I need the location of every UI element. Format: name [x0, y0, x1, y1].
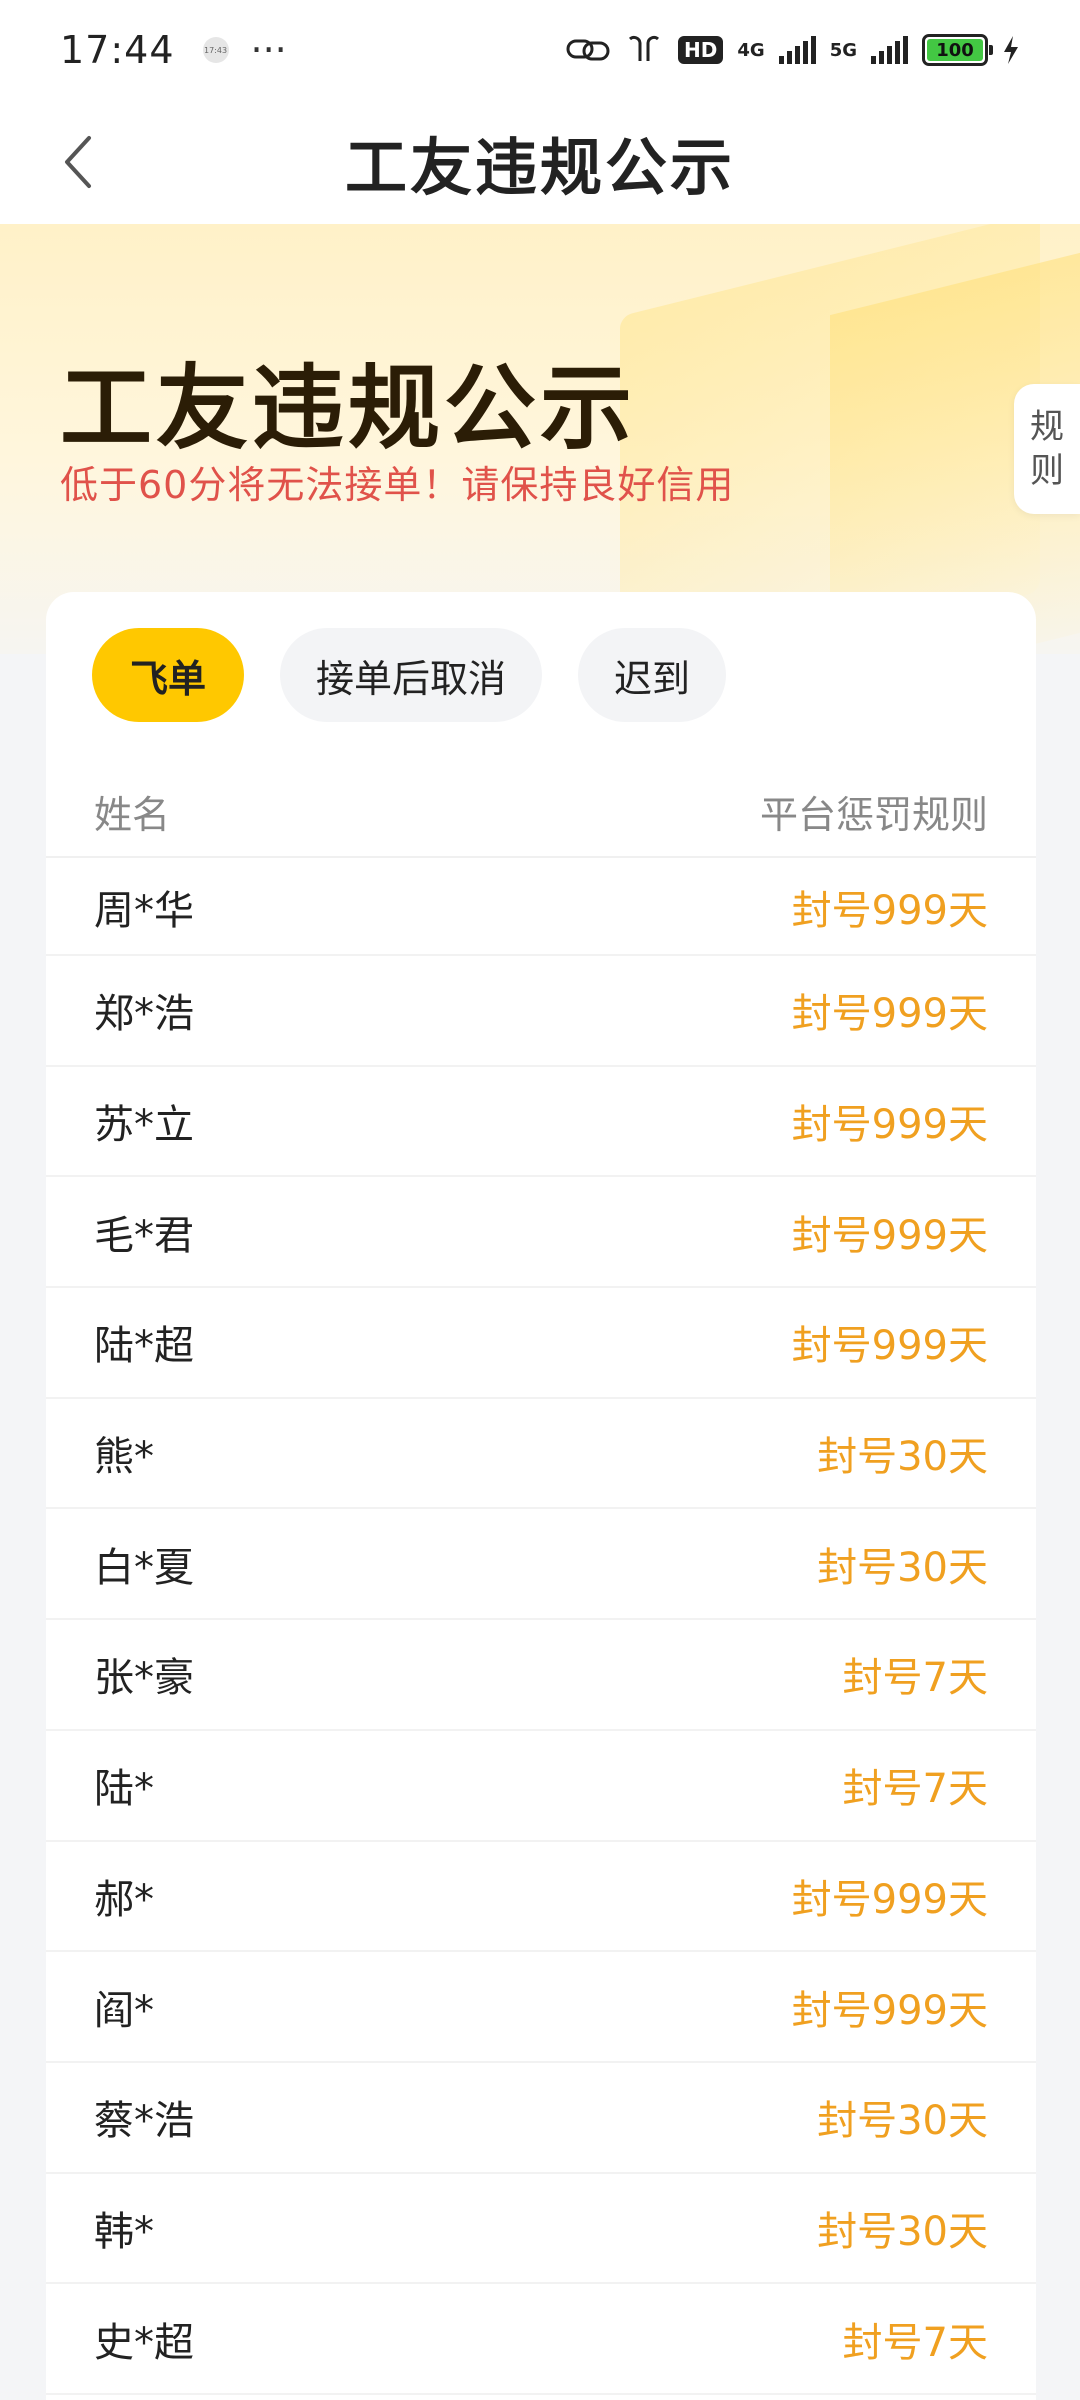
row-name: 苏*立	[94, 1102, 194, 1149]
rules-label-1: 规	[1030, 406, 1064, 447]
row-penalty: 封号999天	[791, 1212, 988, 1259]
row-name: 周*华	[94, 888, 194, 934]
row-penalty: 封号7天	[842, 1655, 988, 1702]
row-penalty: 封号30天	[817, 1434, 988, 1481]
more-notifications-icon: ···	[250, 28, 287, 72]
signal-icon	[778, 36, 816, 64]
row-penalty: 封号999天	[791, 1876, 988, 1923]
row-name: 熊*	[94, 1434, 154, 1481]
table-row: 史*超 封号7天	[46, 2284, 1036, 2395]
table-row: 毛*君 封号999天	[46, 1177, 1036, 1289]
table-row: 陆*超 封号999天	[46, 1288, 1036, 1399]
page-title: 工友违规公示	[344, 131, 735, 204]
table-row: 白*夏 封号30天	[46, 1509, 1036, 1621]
signal-icon-2	[871, 36, 908, 64]
row-name: 郑*浩	[94, 991, 194, 1038]
table-row: 郝* 封号999天	[46, 1842, 1036, 1953]
hero-banner: 工友违规公示 低于60分将无法接单！请保持良好信用	[0, 224, 1080, 654]
table-row: 熊* 封号30天	[46, 1399, 1036, 1510]
row-penalty: 封号999天	[791, 1323, 988, 1370]
earbuds-icon	[629, 35, 660, 61]
tab-late[interactable]: 迟到	[578, 628, 727, 722]
row-name: 阎*	[94, 1987, 154, 2034]
status-bar: 17:44 17:43 ··· HD 4G 5G 100	[0, 0, 1080, 100]
status-icons: HD 4G 5G 100	[566, 33, 1020, 67]
category-tabs: 飞单 接单后取消 迟到	[92, 628, 727, 722]
row-penalty: 封号30天	[817, 1544, 988, 1591]
table-row: 陆* 封号7天	[46, 1731, 1036, 1842]
table-row: 阎* 封号999天	[46, 1952, 1036, 2063]
violations-card: 飞单 接单后取消 迟到 姓名 平台惩罚规则 周*华 封号999天 郑*浩 封号999…	[46, 592, 1036, 2400]
row-penalty: 封号999天	[791, 991, 988, 1038]
status-time: 17:44	[60, 28, 175, 72]
row-name: 陆*超	[94, 1323, 194, 1370]
row-name: 郝*	[94, 1876, 154, 1923]
page: 17:44 17:43 ··· HD 4G 5G 100 工友违规公示 工友违规…	[0, 0, 1080, 2400]
row-name: 白*夏	[94, 1544, 194, 1591]
notification-icon: 17:43	[202, 37, 229, 63]
table-row: 张*豪 封号7天	[46, 1620, 1036, 1731]
table-row: 郑*浩 封号999天	[46, 956, 1036, 1067]
row-penalty: 封号999天	[791, 888, 988, 934]
row-penalty: 封号7天	[842, 1766, 988, 1813]
row-name: 张*豪	[94, 1655, 194, 1702]
row-penalty: 封号30天	[817, 2208, 988, 2255]
hero-subtitle: 低于60分将无法接单！请保持良好信用	[60, 463, 735, 507]
row-name: 毛*君	[94, 1212, 194, 1259]
hd-badge: HD	[678, 36, 724, 64]
table-row: 蔡*浩 封号30天	[46, 2063, 1036, 2174]
back-button[interactable]	[44, 128, 112, 196]
row-name: 蔡*浩	[94, 2098, 194, 2145]
tab-fly-order[interactable]: 飞单	[92, 628, 245, 722]
row-penalty: 封号7天	[842, 2319, 988, 2366]
battery-level: 100	[927, 39, 983, 61]
violations-list: 周*华 封号999天 郑*浩 封号999天 苏*立 封号999天 毛*君 封号999天 …	[46, 860, 1036, 2395]
row-name: 陆*	[94, 1766, 154, 1813]
row-penalty: 封号999天	[791, 1987, 988, 2034]
charging-icon	[1004, 36, 1018, 64]
table-row: 苏*立 封号999天	[46, 1067, 1036, 1178]
row-name: 韩*	[94, 2208, 154, 2255]
row-name: 史*超	[94, 2319, 194, 2366]
rules-button[interactable]: 规 则	[1014, 384, 1080, 514]
row-penalty: 封号999天	[791, 1102, 988, 1149]
hero-title: 工友违规公示	[60, 355, 637, 462]
network-5g-label: 5G	[829, 39, 857, 61]
battery-icon: 100	[922, 34, 993, 66]
column-header-rule: 平台惩罚规则	[759, 792, 988, 837]
nav-bar: 工友违规公示	[0, 100, 1080, 224]
row-penalty: 封号30天	[817, 2098, 988, 2145]
chevron-left-icon	[65, 136, 91, 188]
link-icon	[566, 39, 610, 61]
table-row: 韩* 封号30天	[46, 2174, 1036, 2285]
column-header-name: 姓名	[94, 792, 171, 837]
rules-label-2: 则	[1030, 451, 1064, 491]
table-header: 姓名 平台惩罚规则	[46, 766, 1036, 858]
network-4g-label: 4G	[737, 39, 765, 61]
table-row: 周*华 封号999天	[46, 860, 1036, 956]
tab-cancel-after-accept[interactable]: 接单后取消	[280, 628, 543, 722]
